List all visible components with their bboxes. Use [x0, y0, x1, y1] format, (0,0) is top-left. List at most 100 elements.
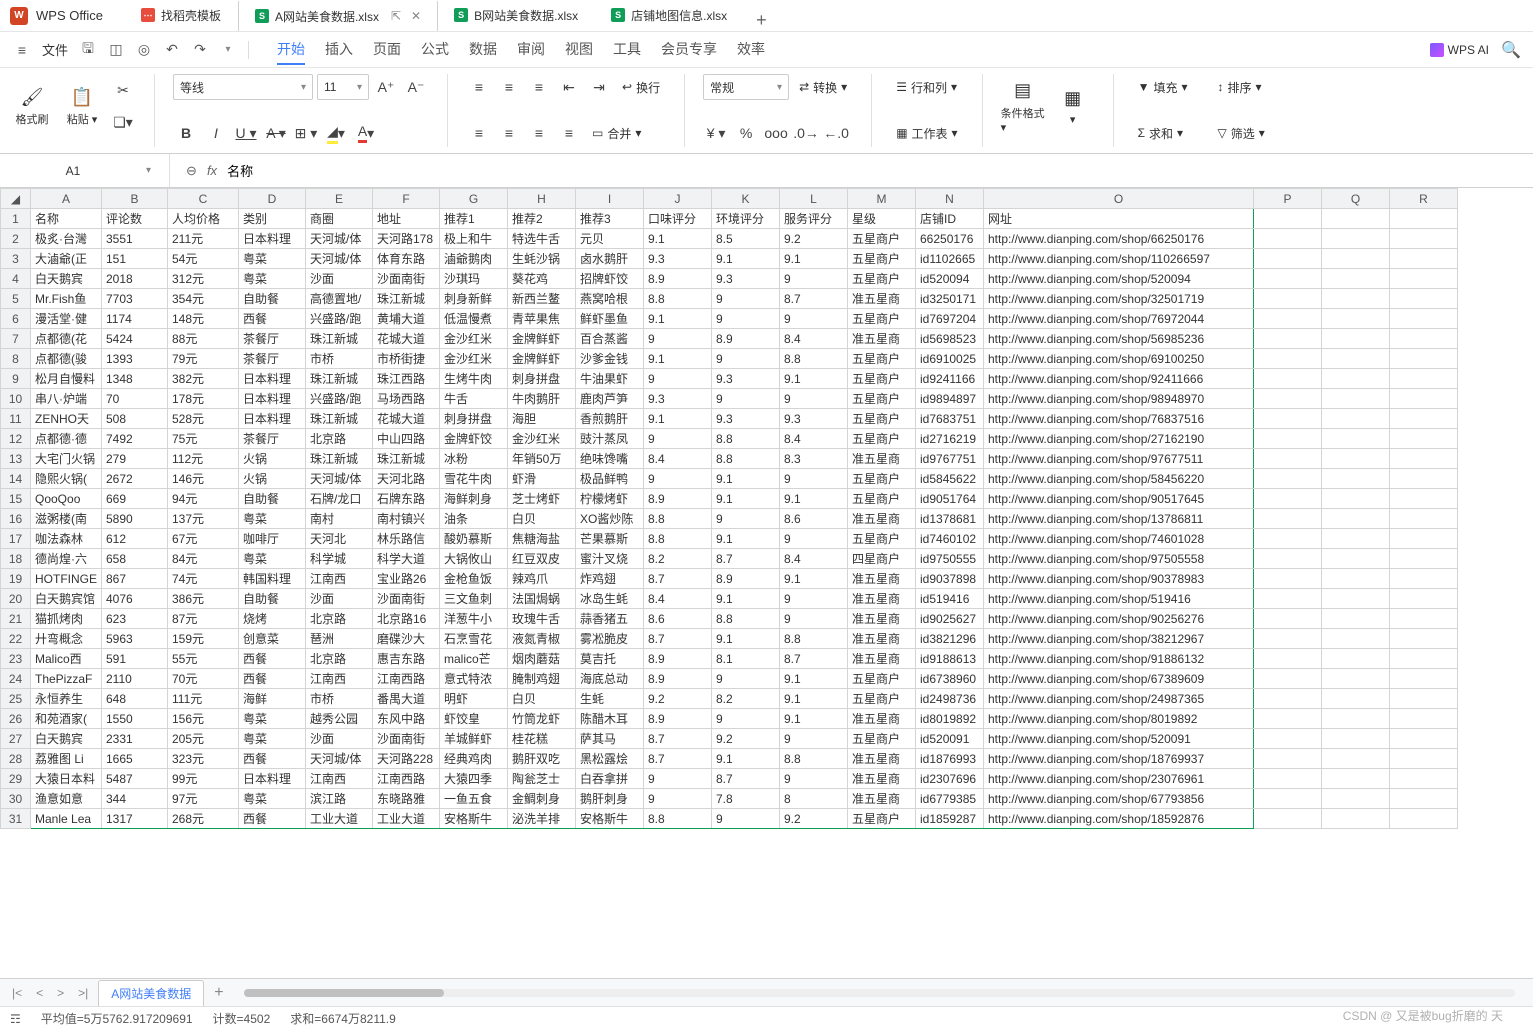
cell[interactable]: id1378681	[916, 509, 984, 529]
cell[interactable]: 炸鸡翅	[576, 569, 644, 589]
align-top-button[interactable]: ≡	[466, 74, 492, 100]
cell[interactable]: 沙面	[306, 729, 373, 749]
header-cell[interactable]: 口味评分	[644, 209, 712, 229]
cell[interactable]: 8	[780, 789, 848, 809]
filter-button[interactable]: ▽筛选 ▾	[1212, 120, 1271, 146]
cell[interactable]: 青苹果焦	[508, 309, 576, 329]
cell[interactable]: 海胆	[508, 409, 576, 429]
cell[interactable]: 9	[712, 389, 780, 409]
cell[interactable]: 8.8	[712, 429, 780, 449]
cell[interactable]: id520091	[916, 729, 984, 749]
cell[interactable]: 8.9	[644, 489, 712, 509]
cell[interactable]: http://www.dianping.com/shop/98948970	[984, 389, 1254, 409]
cell[interactable]: 准五星商	[848, 589, 916, 609]
cell[interactable]: 南村镇兴	[373, 509, 440, 529]
cell[interactable]: 中山四路	[373, 429, 440, 449]
cell[interactable]: 韩国料理	[239, 569, 306, 589]
row-header[interactable]: 26	[1, 709, 31, 729]
cell[interactable]: 一鱼五食	[440, 789, 508, 809]
cell[interactable]: 8.7	[644, 629, 712, 649]
row-header[interactable]: 27	[1, 729, 31, 749]
search-icon[interactable]: 🔍	[1499, 38, 1523, 62]
cell[interactable]: id9025627	[916, 609, 984, 629]
cell[interactable]: 9	[712, 669, 780, 689]
cell[interactable]: 粤菜	[239, 269, 306, 289]
cell[interactable]: 江南西路	[373, 669, 440, 689]
cell[interactable]: 金牌鲜虾	[508, 349, 576, 369]
header-cell[interactable]: 人均价格	[168, 209, 239, 229]
cell[interactable]: 茶餐厅	[239, 429, 306, 449]
cell[interactable]: 9.3	[780, 409, 848, 429]
cell[interactable]: 612	[102, 529, 168, 549]
cell[interactable]: 五星商户	[848, 729, 916, 749]
cell[interactable]: 点都德(骏	[31, 349, 102, 369]
row-header[interactable]: 12	[1, 429, 31, 449]
cell[interactable]: http://www.dianping.com/shop/67793856	[984, 789, 1254, 809]
col-header-Q[interactable]: Q	[1322, 189, 1390, 209]
cell[interactable]: 8.8	[780, 349, 848, 369]
header-cell[interactable]: 推荐1	[440, 209, 508, 229]
cell[interactable]: 市桥	[306, 689, 373, 709]
cell[interactable]: 低温慢煮	[440, 309, 508, 329]
cell[interactable]: 茶餐厅	[239, 349, 306, 369]
col-header-F[interactable]: F	[373, 189, 440, 209]
cell[interactable]: 五星商户	[848, 389, 916, 409]
cell[interactable]: 111元	[168, 689, 239, 709]
cell[interactable]: 大猿四季	[440, 769, 508, 789]
col-header-H[interactable]: H	[508, 189, 576, 209]
cell[interactable]: 渔意如意	[31, 789, 102, 809]
print-icon[interactable]: ◫	[104, 38, 128, 62]
cell[interactable]: 辣鸡爪	[508, 569, 576, 589]
cell[interactable]: 极品鲜鸭	[576, 469, 644, 489]
col-header-L[interactable]: L	[780, 189, 848, 209]
cell[interactable]: 和苑酒家(	[31, 709, 102, 729]
cell[interactable]: 205元	[168, 729, 239, 749]
header-cell[interactable]: 评论数	[102, 209, 168, 229]
cell[interactable]: http://www.dianping.com/shop/92411666	[984, 369, 1254, 389]
cell[interactable]: 159元	[168, 629, 239, 649]
cell[interactable]: 9	[780, 769, 848, 789]
align-bot-button[interactable]: ≡	[526, 74, 552, 100]
cell[interactable]: 5487	[102, 769, 168, 789]
cell[interactable]: 四星商户	[848, 549, 916, 569]
cell[interactable]: Manle Lea	[31, 809, 102, 829]
cell[interactable]: 9.1	[644, 349, 712, 369]
col-header-K[interactable]: K	[712, 189, 780, 209]
cell[interactable]: http://www.dianping.com/shop/58456220	[984, 469, 1254, 489]
cell[interactable]: 陶瓮芝士	[508, 769, 576, 789]
cell[interactable]: 市桥街捷	[373, 349, 440, 369]
cell[interactable]: 白吞拿拼	[576, 769, 644, 789]
cell[interactable]: 番禺大道	[373, 689, 440, 709]
cell[interactable]: 1665	[102, 749, 168, 769]
header-cell[interactable]: 星级	[848, 209, 916, 229]
col-header-J[interactable]: J	[644, 189, 712, 209]
dec-dec-button[interactable]: ←.0	[823, 120, 849, 146]
row-header[interactable]: 4	[1, 269, 31, 289]
cell[interactable]: http://www.dianping.com/shop/24987365	[984, 689, 1254, 709]
cell[interactable]: 泌洗羊排	[508, 809, 576, 829]
cell[interactable]: 高德置地/	[306, 289, 373, 309]
cell[interactable]: 五星商户	[848, 269, 916, 289]
cell[interactable]: 百合蒸酱	[576, 329, 644, 349]
cell[interactable]: 2672	[102, 469, 168, 489]
cell[interactable]: 金沙红米	[440, 349, 508, 369]
cell[interactable]: id9241166	[916, 369, 984, 389]
cell[interactable]: 7703	[102, 289, 168, 309]
cell[interactable]: 8.4	[780, 429, 848, 449]
cell[interactable]: http://www.dianping.com/shop/18592876	[984, 809, 1254, 829]
col-header-M[interactable]: M	[848, 189, 916, 209]
cell[interactable]: 自助餐	[239, 589, 306, 609]
cell[interactable]: 香煎鹅肝	[576, 409, 644, 429]
cell[interactable]: 鹿肉芦笋	[576, 389, 644, 409]
cell[interactable]: 天河城/体	[306, 749, 373, 769]
row-header[interactable]: 20	[1, 589, 31, 609]
cell[interactable]: 烧烤	[239, 609, 306, 629]
cell[interactable]: 9.1	[780, 249, 848, 269]
cell[interactable]: 五星商户	[848, 249, 916, 269]
worksheet-button[interactable]: ▦工作表 ▾	[890, 120, 963, 146]
cell[interactable]: 雪花牛肉	[440, 469, 508, 489]
cell[interactable]: 344	[102, 789, 168, 809]
cell[interactable]: 自助餐	[239, 489, 306, 509]
cell[interactable]: 9.1	[780, 569, 848, 589]
tab-formula[interactable]: 公式	[421, 35, 449, 65]
